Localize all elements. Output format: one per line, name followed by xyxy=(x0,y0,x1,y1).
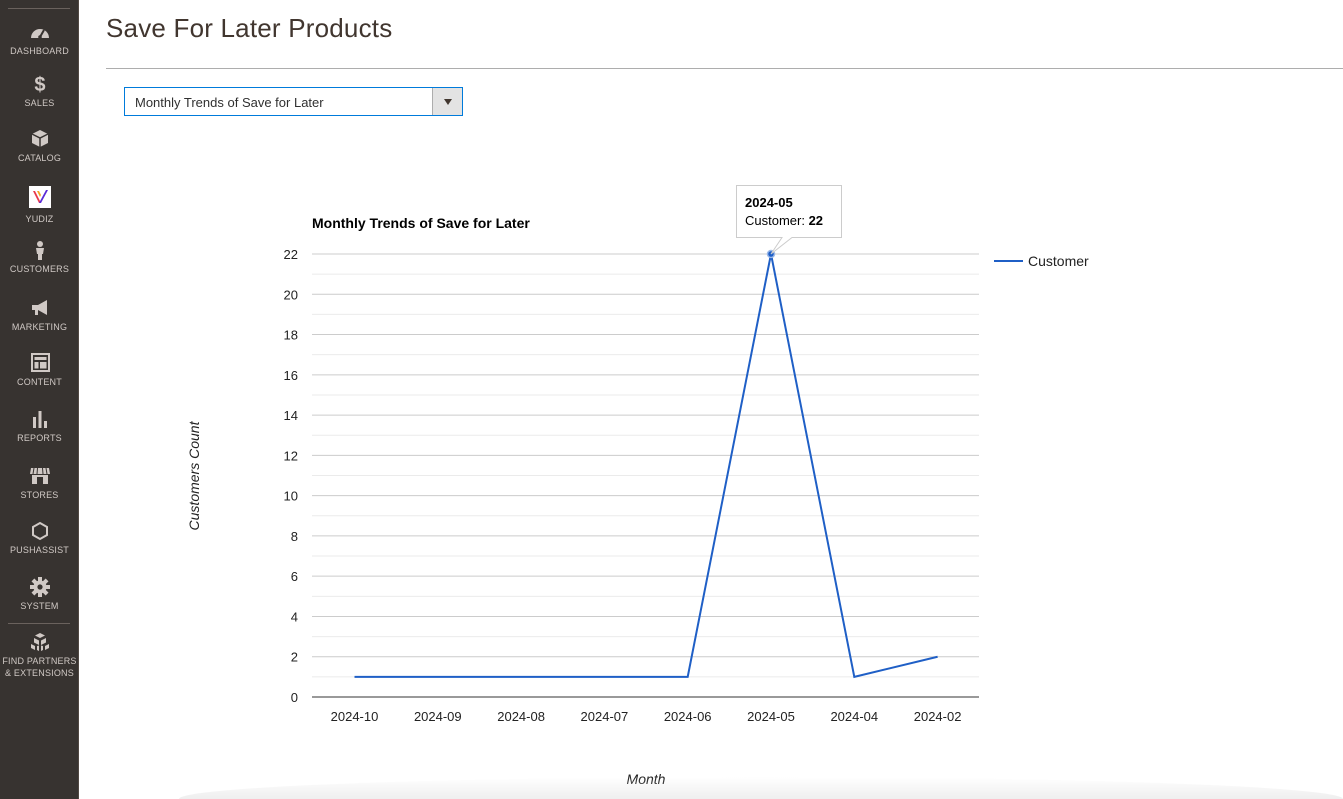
tooltip-label: Customer: xyxy=(745,213,809,228)
sidebar-item-label: CATALOG xyxy=(17,153,62,163)
sidebar-item-label: CONTENT xyxy=(17,377,62,387)
megaphone-icon xyxy=(0,298,79,318)
chart-legend[interactable]: Customer xyxy=(994,253,1089,269)
y-tick-label: 22 xyxy=(284,247,298,262)
report-type-select-value: Monthly Trends of Save for Later xyxy=(135,95,324,110)
sidebar-item-content[interactable]: CONTENT xyxy=(0,353,79,388)
sidebar-item-pushassist[interactable]: PUSHASSIST xyxy=(0,521,79,556)
line-chart: Monthly Trends of Save for Later 0 2 4 6 8 10… xyxy=(186,185,1089,787)
select-toggle-button[interactable] xyxy=(432,88,462,115)
sidebar-item-system[interactable]: SYSTEM xyxy=(0,577,79,612)
x-tick-label: 2024-04 xyxy=(830,709,878,724)
sidebar-item-find-partners[interactable]: FIND PARTNERS & EXTENSIONS xyxy=(0,632,79,679)
box-icon xyxy=(0,129,79,149)
x-tick-label: 2024-02 xyxy=(914,709,962,724)
y-tick-label: 12 xyxy=(284,448,298,463)
sidebar-item-dashboard[interactable]: DASHBOARD xyxy=(0,22,79,57)
y-tick-label: 14 xyxy=(284,408,298,423)
svg-text:$: $ xyxy=(34,74,45,94)
y-tick-label: 10 xyxy=(284,489,298,504)
y-tick-label: 16 xyxy=(284,368,298,383)
y-axis-ticks: 0 2 4 6 8 10 12 14 16 18 20 22 xyxy=(284,247,298,705)
dollar-icon: $ xyxy=(0,74,79,94)
sidebar-item-label: FIND PARTNERS & EXTENSIONS xyxy=(2,656,77,678)
sidebar-item-label: REPORTS xyxy=(17,433,62,443)
x-tick-label: 2024-05 xyxy=(747,709,795,724)
sidebar-item-label: STORES xyxy=(20,490,59,500)
y-tick-label: 2 xyxy=(291,650,298,665)
sidebar-item-sales[interactable]: $ SALES xyxy=(0,74,79,109)
x-axis-ticks: 2024-10 2024-09 2024-08 2024-07 2024-06 2024-… xyxy=(331,709,962,724)
chevron-down-icon xyxy=(444,99,452,105)
cubes-icon xyxy=(0,632,79,652)
storefront-icon xyxy=(0,466,79,486)
report-type-select[interactable]: Monthly Trends of Save for Later xyxy=(124,87,463,116)
sidebar-item-customers[interactable]: CUSTOMERS xyxy=(0,240,79,275)
x-tick-label: 2024-06 xyxy=(664,709,712,724)
chart-tooltip: 2024-05 Customer: 22 xyxy=(736,185,842,255)
y-tick-label: 4 xyxy=(291,609,298,624)
sidebar-item-label: SYSTEM xyxy=(20,601,59,611)
sidebar-item-catalog[interactable]: CATALOG xyxy=(0,129,79,164)
sidebar-item-label: DASHBOARD xyxy=(10,46,69,56)
chart-grid xyxy=(312,253,979,678)
page-title: Save For Later Products xyxy=(106,13,393,43)
sidebar-item-label: YUDIZ xyxy=(25,214,54,224)
gear-icon xyxy=(0,577,79,597)
sidebar-item-label: SALES xyxy=(24,98,55,108)
tooltip-value: 22 xyxy=(809,213,823,228)
hexagon-icon xyxy=(0,521,79,541)
x-tick-label: 2024-08 xyxy=(497,709,545,724)
sidebar-top-divider xyxy=(8,8,70,9)
legend-label: Customer xyxy=(1028,253,1089,269)
x-tick-label: 2024-10 xyxy=(331,709,379,724)
sidebar-item-label: CUSTOMERS xyxy=(9,264,70,274)
layout-icon xyxy=(0,353,79,373)
x-tick-label: 2024-09 xyxy=(414,709,462,724)
sidebar-divider xyxy=(8,623,70,624)
sidebar-item-reports[interactable]: REPORTS xyxy=(0,409,79,444)
admin-sidebar: DASHBOARD $ SALES CATALOG YUDIZ CUSTOMER… xyxy=(0,0,79,799)
title-divider xyxy=(106,68,1343,69)
tooltip-body: Customer: 22 xyxy=(745,213,823,228)
bar-chart-icon xyxy=(0,409,79,429)
tooltip-title: 2024-05 xyxy=(745,195,793,210)
sidebar-item-marketing[interactable]: MARKETING xyxy=(0,298,79,333)
y-tick-label: 18 xyxy=(284,328,298,343)
yudiz-logo-icon xyxy=(0,186,79,210)
sidebar-item-yudiz[interactable]: YUDIZ xyxy=(0,186,79,225)
sidebar-item-stores[interactable]: STORES xyxy=(0,466,79,501)
series-line-customer[interactable] xyxy=(354,253,938,679)
main-content: Save For Later Products Monthly Trends o… xyxy=(79,0,1343,799)
y-tick-label: 6 xyxy=(291,569,298,584)
sidebar-item-label: PUSHASSIST xyxy=(9,545,69,555)
y-axis-title: Customers Count xyxy=(186,420,202,530)
y-tick-label: 0 xyxy=(291,690,298,705)
y-tick-label: 20 xyxy=(284,287,298,302)
chart-title: Monthly Trends of Save for Later xyxy=(312,215,530,231)
person-icon xyxy=(0,240,79,260)
dashboard-icon xyxy=(0,22,79,42)
y-tick-label: 8 xyxy=(291,529,298,544)
x-tick-label: 2024-07 xyxy=(581,709,629,724)
sidebar-item-label: MARKETING xyxy=(11,322,68,332)
